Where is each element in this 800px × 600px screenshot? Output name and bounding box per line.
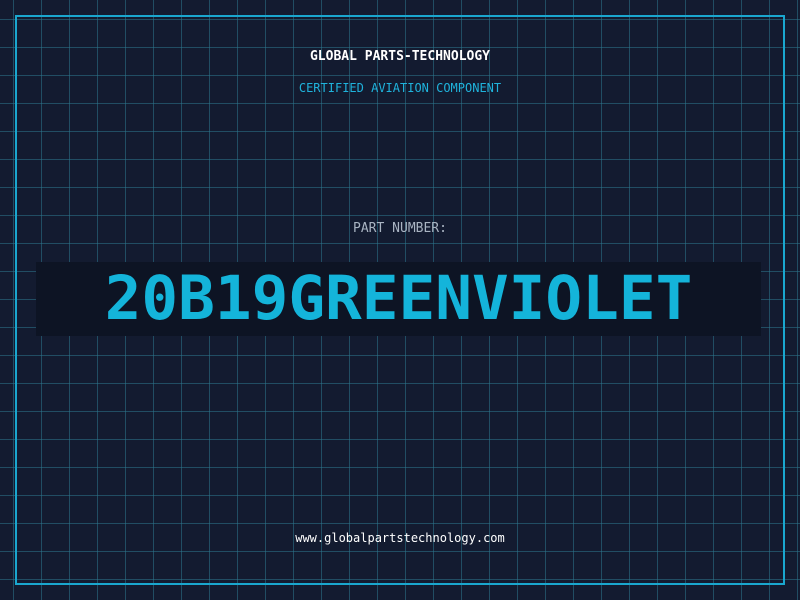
certification-tagline: CERTIFIED AVIATION COMPONENT [298, 81, 502, 95]
company-name: GLOBAL PARTS-TECHNOLOGY [309, 49, 490, 64]
label-card: GLOBAL PARTS-TECHNOLOGY CERTIFIED AVIATI… [0, 0, 800, 600]
website-url: www.globalpartstechnology.com [295, 531, 505, 545]
part-number-value: 20B19GREENVIOLET [104, 263, 693, 334]
part-number-label: PART NUMBER: [353, 221, 447, 236]
